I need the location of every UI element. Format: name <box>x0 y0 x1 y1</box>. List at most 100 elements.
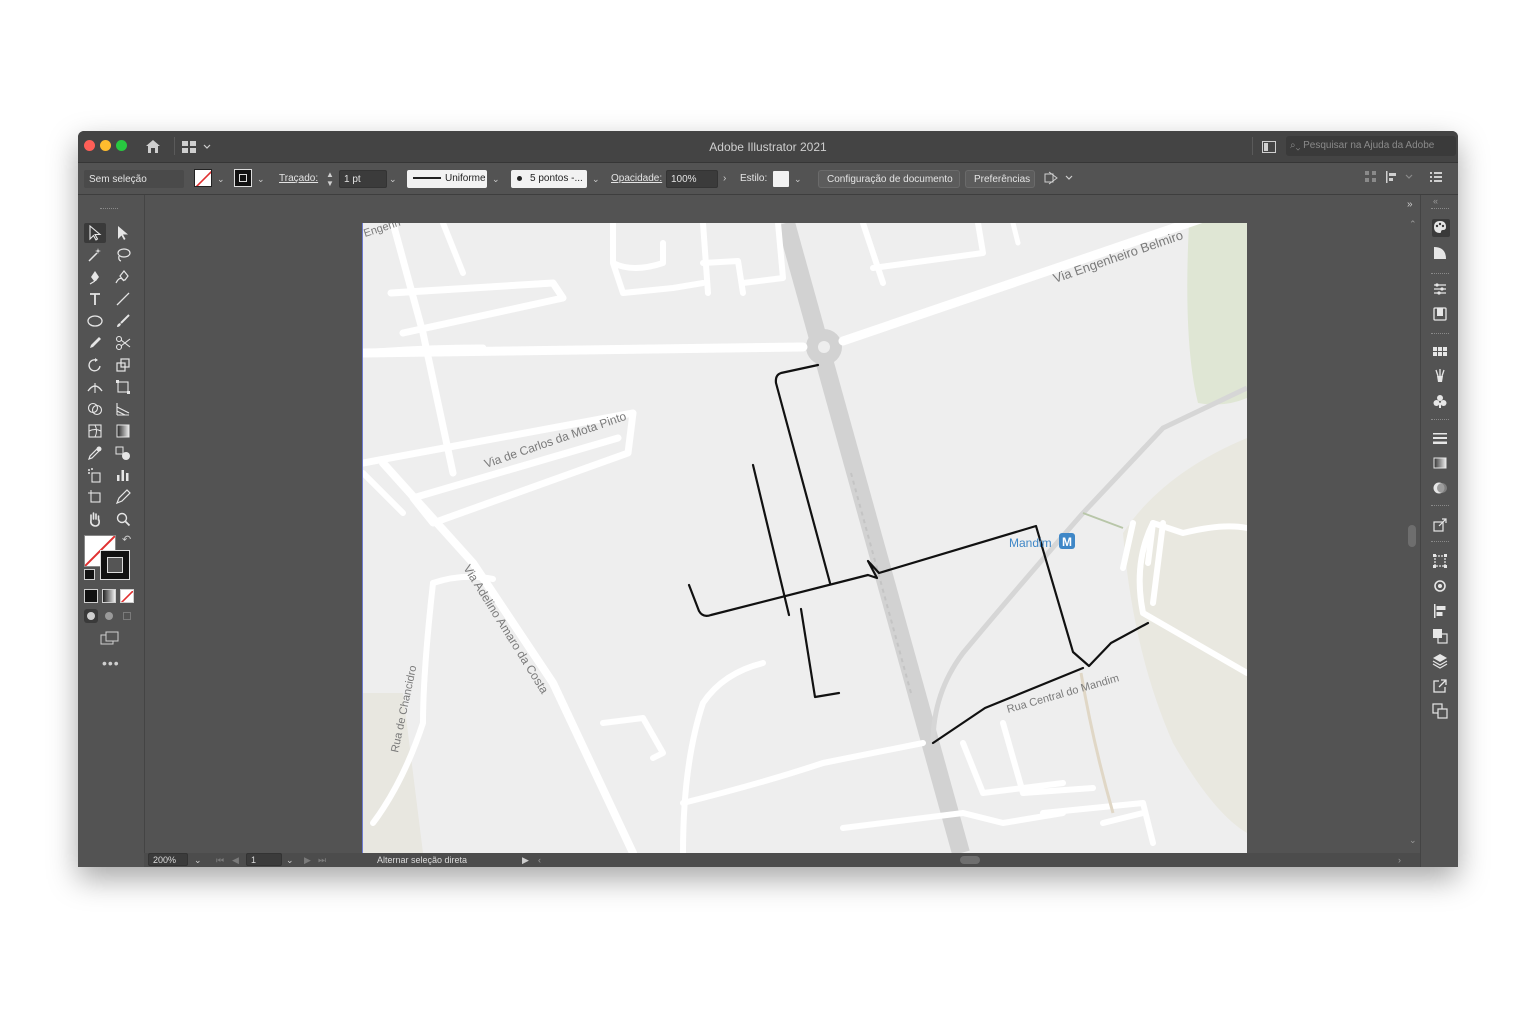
drawn-path-2[interactable] <box>751 463 791 617</box>
gradient-mode-icon[interactable] <box>102 589 116 603</box>
blend-tool-icon[interactable] <box>112 443 134 463</box>
type-tool-icon[interactable] <box>84 289 106 309</box>
style-swatch[interactable] <box>773 171 789 187</box>
variable-width-profile[interactable]: Uniforme <box>407 170 487 188</box>
last-artboard-icon[interactable]: ⏭ <box>318 853 326 867</box>
stroke-color-swatch[interactable] <box>100 550 130 580</box>
dock-grip-6[interactable] <box>1431 541 1449 544</box>
edit-toolbar-icon[interactable]: ••• <box>102 655 120 671</box>
layers-panel-icon[interactable] <box>1432 653 1450 671</box>
stroke-label[interactable]: Traçado: <box>279 170 318 188</box>
vertical-scrollbar[interactable]: » ⌃ ⌄ <box>1405 195 1420 853</box>
align-left-icon[interactable] <box>1386 171 1414 189</box>
eyedropper-tool-icon[interactable] <box>84 443 106 463</box>
stroke-panel-icon[interactable] <box>1432 430 1450 448</box>
magic-wand-tool-icon[interactable] <box>84 245 106 265</box>
asset-export-panel-icon[interactable] <box>1432 517 1450 535</box>
draw-normal-icon[interactable] <box>84 609 98 623</box>
pen-tool-icon[interactable] <box>84 267 106 287</box>
dock-grip-5[interactable] <box>1431 505 1449 508</box>
next-artboard-icon[interactable]: ▶ <box>304 853 311 867</box>
export-panel-icon[interactable] <box>1432 678 1450 696</box>
preferences-button[interactable]: Preferências <box>965 170 1035 188</box>
artboard-tool-icon[interactable] <box>84 487 106 507</box>
artboard-dropdown-icon[interactable]: ⌄ <box>286 853 294 867</box>
none-mode-icon[interactable] <box>120 589 134 603</box>
expand-panels-icon[interactable]: « <box>1433 196 1438 206</box>
shape-builder-tool-icon[interactable] <box>84 399 106 419</box>
arrange-documents-icon[interactable] <box>1262 140 1276 158</box>
align-panel-icon[interactable] <box>1432 603 1450 621</box>
stroke-weight-dropdown-icon[interactable]: ⌄ <box>389 170 397 188</box>
current-tool-hint[interactable]: Alternar seleção direta <box>377 853 467 867</box>
width-tool-icon[interactable] <box>84 377 106 397</box>
scroll-right-arrow-icon[interactable]: › <box>1398 853 1401 867</box>
canvas-area[interactable]: Engenh Via Engenheiro Belmiro Via de Car… <box>145 195 1405 853</box>
ellipse-tool-icon[interactable] <box>84 311 106 331</box>
hand-tool-icon[interactable] <box>84 509 106 529</box>
free-transform-tool-icon[interactable] <box>112 377 134 397</box>
properties-panel-icon[interactable] <box>1432 281 1450 299</box>
previous-artboard-icon[interactable]: ◀ <box>232 853 239 867</box>
column-graph-tool-icon[interactable] <box>112 465 134 485</box>
screen-mode-icon[interactable] <box>100 631 120 650</box>
selection-tool-icon[interactable] <box>84 223 106 243</box>
panel-menu-icon[interactable] <box>1430 171 1442 189</box>
fill-dropdown-icon[interactable]: ⌄ <box>217 170 225 188</box>
status-menu-arrow-icon[interactable]: ▶ <box>522 853 529 867</box>
scroll-up-arrow-icon[interactable]: ⌃ <box>1409 219 1417 230</box>
symbol-sprayer-tool-icon[interactable] <box>84 465 106 485</box>
collapse-panels-icon[interactable]: » <box>1407 199 1413 210</box>
map-artwork[interactable]: Engenh Via Engenheiro Belmiro Via de Car… <box>363 223 1247 853</box>
document-setup-button[interactable]: Configuração de documento <box>818 170 960 188</box>
stroke-dropdown-icon[interactable]: ⌄ <box>257 170 265 188</box>
perspective-grid-tool-icon[interactable] <box>112 399 134 419</box>
brush-dropdown-icon[interactable]: ⌄ <box>592 170 600 188</box>
zoom-tool-icon[interactable] <box>112 509 134 529</box>
artboards-panel-icon[interactable] <box>1432 703 1450 721</box>
brush-definition[interactable]: 5 pontos -... <box>511 170 587 188</box>
line-segment-tool-icon[interactable] <box>112 289 134 309</box>
drawn-path-3[interactable] <box>687 524 1150 668</box>
lasso-tool-icon[interactable] <box>112 245 134 265</box>
paintbrush-tool-icon[interactable] <box>112 311 134 331</box>
transparency-panel-icon[interactable] <box>1432 480 1450 498</box>
scroll-down-arrow-icon[interactable]: ⌄ <box>1409 835 1417 846</box>
dock-grip-4[interactable] <box>1431 419 1449 422</box>
libraries-panel-icon[interactable] <box>1432 306 1450 324</box>
transform-panel-icon[interactable] <box>1432 553 1450 571</box>
stroke-weight-stepper[interactable]: ▲ ▼ <box>326 170 334 188</box>
puppet-warp-icon[interactable] <box>1044 171 1074 189</box>
gradient-panel-icon[interactable] <box>1432 455 1450 473</box>
swap-fill-stroke-icon[interactable]: ↶ <box>122 533 131 546</box>
artboard-number-input[interactable]: 1 <box>246 853 282 866</box>
rotate-tool-icon[interactable] <box>84 355 106 375</box>
direct-selection-tool-icon[interactable] <box>112 223 134 243</box>
dock-grip-1[interactable] <box>1431 208 1449 211</box>
zoom-dropdown-icon[interactable]: ⌄ <box>194 853 202 867</box>
color-panel-icon[interactable] <box>1432 219 1450 237</box>
draw-inside-icon[interactable] <box>120 609 134 623</box>
curvature-tool-icon[interactable] <box>112 267 134 287</box>
profile-dropdown-icon[interactable]: ⌄ <box>492 170 500 188</box>
stroke-swatch[interactable] <box>234 169 252 187</box>
fill-none-swatch[interactable] <box>194 169 212 187</box>
pencil-tool-icon[interactable] <box>84 333 106 353</box>
dock-grip-2[interactable] <box>1431 273 1449 276</box>
opacity-label[interactable]: Opacidade: <box>611 170 662 188</box>
style-dropdown-icon[interactable]: ⌄ <box>794 170 802 188</box>
brushes-panel-icon[interactable] <box>1432 368 1450 386</box>
pathfinder-panel-icon[interactable] <box>1432 628 1450 646</box>
tools-panel-grip[interactable] <box>100 208 118 211</box>
scissors-tool-icon[interactable] <box>112 333 134 353</box>
swatches-panel-icon[interactable] <box>1432 343 1450 361</box>
color-guide-panel-icon[interactable] <box>1432 245 1450 263</box>
opacity-input[interactable]: 100% <box>666 170 718 188</box>
help-search-input[interactable]: ⌕⌄ Pesquisar na Ajuda da Adobe <box>1286 136 1456 156</box>
default-fill-stroke-icon[interactable] <box>84 569 95 580</box>
dock-grip-3[interactable] <box>1431 333 1449 336</box>
mesh-tool-icon[interactable] <box>84 421 106 441</box>
zoom-level-input[interactable]: 200% <box>148 853 188 866</box>
stroke-weight-input[interactable]: 1 pt <box>339 170 387 188</box>
slice-tool-icon[interactable] <box>112 487 134 507</box>
